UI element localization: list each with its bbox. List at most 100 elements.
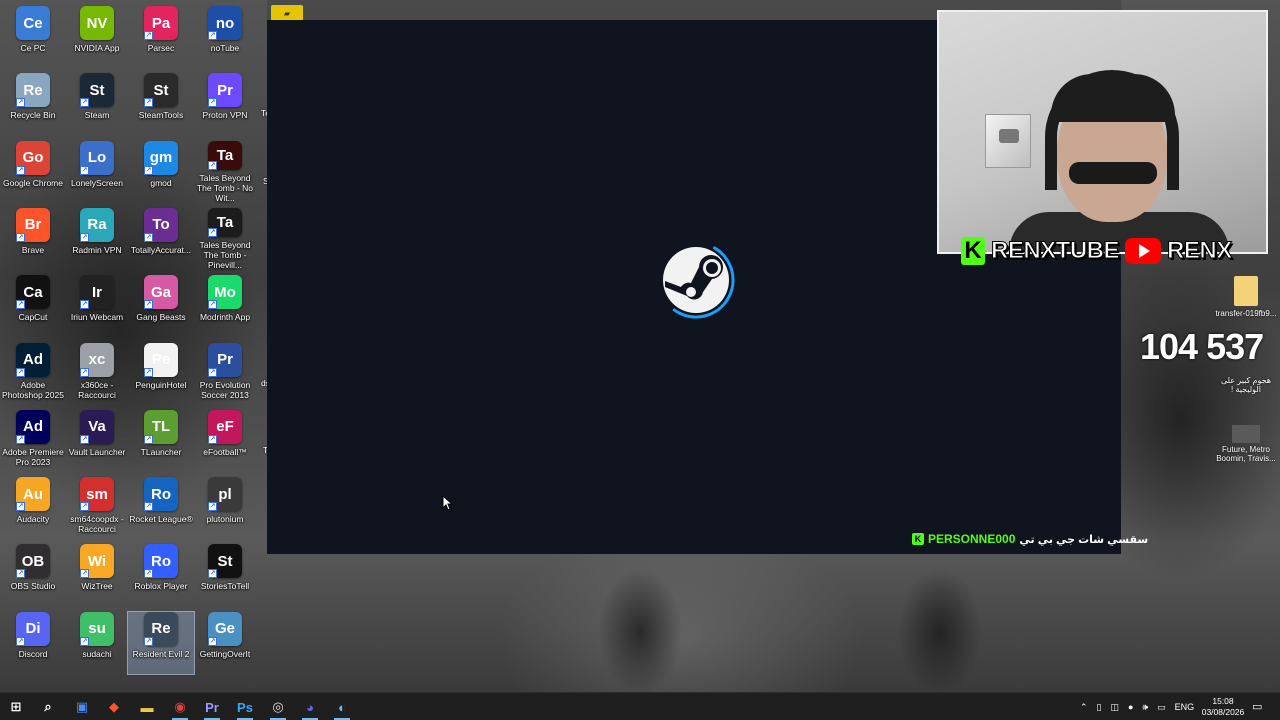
kick-logo-icon: K [961, 237, 985, 265]
desktop-icon-vault-launcher[interactable]: Va ↗ Vault Launcher [64, 409, 130, 472]
taskbar-brave-button[interactable]: ◆ [98, 693, 130, 720]
desktop-icon-iriun-webcam[interactable]: Ir ↗ Iriun Webcam [64, 275, 130, 337]
taskbar-steamtools-button[interactable]: ◎ [262, 693, 294, 720]
taskbar-search-button[interactable]: ⌕ [32, 693, 64, 720]
notification-icon[interactable]: ▭ [1252, 700, 1262, 713]
desktop-icon-video[interactable]: هجوم كبير على الوليجية ! [1214, 376, 1278, 394]
desktop-icon-rocket-league[interactable]: Ro ↗ Rocket League® [128, 477, 194, 539]
desktop-icon-resident-evil-2[interactable]: Re ↗ Resident Evil 2 [127, 610, 195, 675]
display-icon[interactable]: ▭ [1157, 702, 1166, 713]
unreal-icon: St ↗ [208, 544, 242, 579]
roblox-icon: Ro ↗ [144, 544, 178, 579]
desktop-icon-plutonium[interactable]: pl ↗ plutonium [192, 477, 258, 539]
desktop-icon-tbtt-ep1[interactable]: Ta ↗ Tales Beyond The Tomb - Pinevill... [192, 207, 258, 270]
shortcut-arrow-icon: ↗ [16, 502, 25, 512]
desktop-icon-parsec[interactable]: Pa ↗ Parsec [128, 6, 194, 68]
desktop-icon-sudachi[interactable]: su ↗ sudachi [64, 611, 130, 674]
webcam-overlay [937, 10, 1268, 254]
taskbar-premiere-button[interactable]: Pr [196, 693, 228, 720]
shortcut-arrow-icon: ↗ [144, 434, 153, 444]
taskbar-store-button[interactable]: ▣ [66, 693, 98, 720]
tbtt-icon: Ta ↗ [208, 140, 242, 170]
desktop-icon-wiztree[interactable]: Wi ↗ WizTree [64, 544, 130, 606]
shortcut-arrow-icon: ↗ [208, 434, 217, 444]
discord-icon: Di ↗ [16, 611, 50, 646]
desktop-icon-unreal[interactable]: St ↗ StoriesToTell [192, 544, 258, 606]
desktop-icon-getting-over-it[interactable]: Ge ↗ GettingOverIt [192, 611, 258, 674]
network-icon[interactable]: ◫ [1111, 702, 1120, 713]
desktop-icon-image[interactable]: Future, Metro Boomin, Travis... [1214, 425, 1278, 463]
desktop-icon-capcut[interactable]: Ca ↗ CapCut [0, 275, 66, 337]
desktop-icon-proton-vpn[interactable]: Pr ↗ Proton VPN [192, 73, 258, 135]
desktop-icon-gmod[interactable]: gm ↗ gmod [128, 140, 194, 203]
taskbar-chrome-button[interactable]: ◉ [164, 693, 196, 720]
taskbar-preview-icon[interactable]: ▰ [271, 5, 303, 21]
resident-evil-2-icon: Re ↗ [144, 611, 178, 646]
desktop-icon-notube[interactable]: no ↗ noTube [192, 6, 258, 68]
shortcut-arrow-icon: ↗ [80, 232, 89, 242]
desktop-icon-tabs[interactable]: To ↗ TotallyAccurat... [128, 207, 194, 270]
desktop-icon-steamtools[interactable]: St ↗ SteamTools [128, 73, 194, 135]
shortcut-arrow-icon: ↗ [208, 98, 217, 108]
desktop-icon-computer[interactable]: Ce Ce PC [0, 6, 66, 68]
stream-counter: 104 537 [1140, 326, 1264, 367]
desktop-icon-sm64[interactable]: sm ↗ sm64coopdx - Raccourci [64, 477, 130, 539]
volume-icon[interactable]: 🕪 [1142, 702, 1148, 713]
desktop-icon-steam[interactable]: St ↗ Steam [64, 73, 130, 135]
plutonium-icon: pl ↗ [208, 477, 242, 512]
chevron-up-icon[interactable]: ⌃ [1080, 702, 1088, 713]
usb-icon[interactable]: ▯ [1097, 702, 1102, 713]
desktop-icon-discord[interactable]: Di ↗ Discord [0, 611, 66, 674]
taskbar-start-button[interactable]: ⊞ [0, 693, 32, 720]
iriun-webcam-icon: Ir ↗ [80, 275, 114, 310]
desktop-icon-tlauncher[interactable]: TL ↗ TLauncher [128, 409, 194, 472]
desktop-icon-radmin-vpn[interactable]: Ra ↗ Radmin VPN [64, 207, 130, 270]
desktop-icon-photoshop[interactable]: Ad ↗ Adobe Photoshop 2025 [0, 342, 66, 405]
desktop-icon-chrome[interactable]: Go ↗ Google Chrome [0, 140, 66, 203]
capcut-icon: Ca ↗ [16, 275, 50, 310]
desktop-icon-brave[interactable]: Br ↗ Brave [0, 207, 66, 270]
desktop-icon-audacity[interactable]: Au ↗ Audacity [0, 477, 66, 539]
clock-date: 03/08/2026 [1201, 707, 1245, 717]
shortcut-arrow-icon: ↗ [144, 367, 153, 377]
clock[interactable]: 15:08 03/08/2026 [1196, 696, 1250, 718]
shortcut-arrow-icon: ↗ [80, 434, 89, 444]
pes2013-icon: Pr ↗ [208, 342, 242, 377]
desktop-icon-label: Tales Beyond The Tomb - Pinevill... [199, 239, 251, 270]
tlauncher-icon: TL ↗ [144, 409, 178, 444]
stream-chat-line: K PERSONNE000 سقسي شات جي بي تي [912, 531, 1148, 547]
desktop-icon-label: gmod [150, 177, 172, 188]
chrome-icon: Go ↗ [16, 140, 50, 175]
obs-icon: OB ↗ [16, 544, 50, 579]
desktop-icon-tbtt[interactable]: Ta ↗ Tales Beyond The Tomb - No Wit... [192, 140, 258, 203]
desktop-icon-premiere[interactable]: Ad ↗ Adobe Premiere Pro 2023 [0, 409, 66, 472]
mouse-cursor-icon [442, 495, 454, 511]
desktop-icon-penguinhotel[interactable]: Pe ↗ PenguinHotel [128, 342, 194, 405]
shortcut-arrow-icon: ↗ [208, 636, 217, 646]
desktop-icon-gang-beasts[interactable]: Ga ↗ Gang Beasts [128, 275, 194, 337]
taskbar-steam-button[interactable]: ◐ [326, 693, 358, 720]
desktop-icon-gamepad[interactable]: xc ↗ x360ce - Raccourci [64, 342, 130, 405]
microphone-icon[interactable]: ● [1128, 702, 1133, 712]
desktop-icon-label: Roblox Player [134, 581, 188, 592]
desktop-icon-modrinth[interactable]: Mo ↗ Modrinth App [192, 275, 258, 337]
desktop-icon-label: sudachi [82, 648, 112, 659]
wiztree-icon: Wi ↗ [80, 544, 114, 579]
desktop-icon-lonelyscreen[interactable]: Lo ↗ LonelyScreen [64, 140, 130, 203]
desktop-icon-pes2013[interactable]: Pr ↗ Pro Evolution Soccer 2013 [192, 342, 258, 405]
desktop-icon-obs[interactable]: OB ↗ OBS Studio [0, 544, 66, 606]
shortcut-arrow-icon: ↗ [16, 232, 25, 242]
desktop-icon-efootball[interactable]: eF ↗ eFootball™ [192, 409, 258, 472]
taskbar-discord-button[interactable]: ◕ [294, 693, 326, 720]
shortcut-arrow-icon: ↗ [144, 636, 153, 646]
desktop-icon-transfer[interactable]: transfer-019fb9... [1214, 276, 1278, 318]
taskbar-photoshop-button[interactable]: Ps [229, 693, 261, 720]
shortcut-arrow-icon: ↗ [80, 367, 89, 377]
language-indicator[interactable]: ENG [1175, 702, 1195, 712]
shortcut-arrow-icon: ↗ [80, 636, 89, 646]
desktop-icon-nvidia[interactable]: NV NVIDIA App [64, 6, 130, 68]
computer-icon: Ce [16, 6, 50, 40]
desktop-icon-roblox[interactable]: Ro ↗ Roblox Player [128, 544, 194, 606]
desktop-icon-recycle-bin[interactable]: Re ↗ Recycle Bin [0, 73, 66, 135]
taskbar-files-button[interactable]: ▬ [131, 693, 163, 720]
